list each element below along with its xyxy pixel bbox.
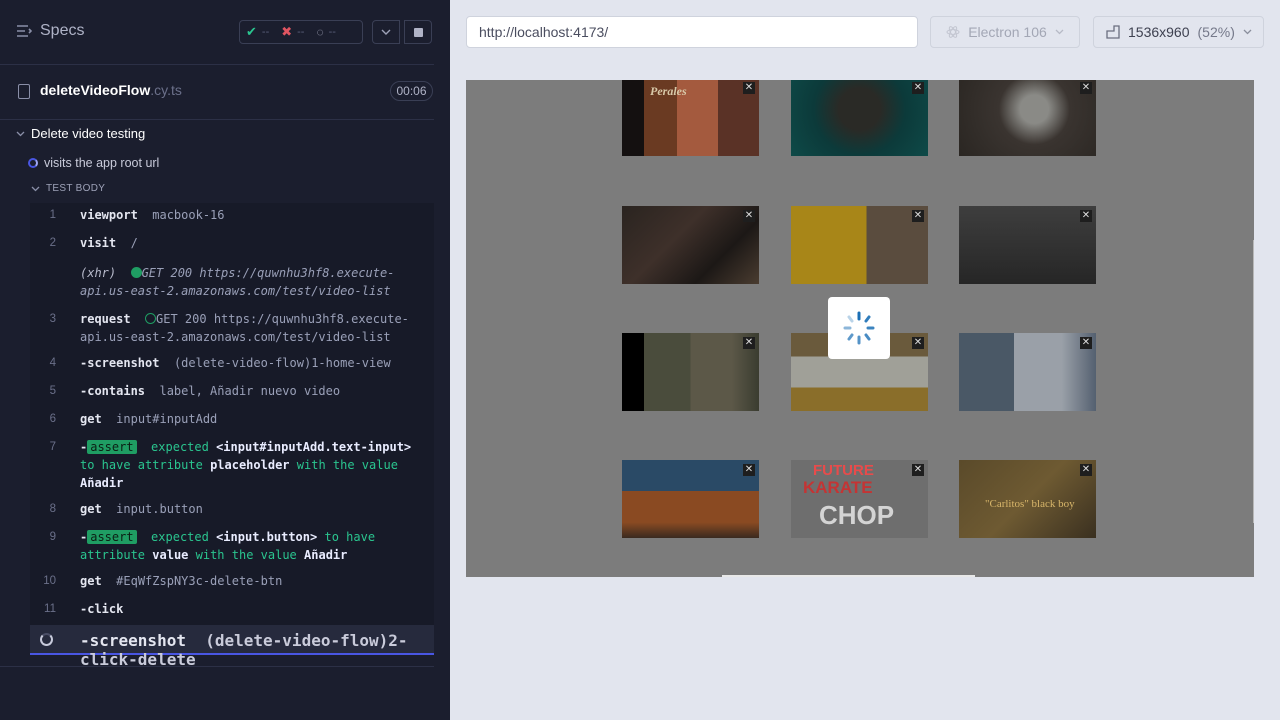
delete-video-button[interactable]: ✕ <box>912 464 924 476</box>
x-icon: ✖ <box>281 24 293 39</box>
chevron-down-icon <box>1055 29 1064 35</box>
test-title[interactable]: visits the app root url <box>28 156 159 170</box>
specs-label: Specs <box>40 22 85 39</box>
spec-file-icon <box>18 84 30 99</box>
delete-video-button[interactable]: ✕ <box>743 464 755 476</box>
pending-circle-icon: ◌ <box>316 25 324 39</box>
assert-badge: assert <box>87 530 137 544</box>
browser-selector[interactable]: Electron 106 <box>930 16 1080 48</box>
viewport-selector[interactable]: 1536x960 (52%) <box>1093 16 1264 48</box>
electron-icon <box>946 26 960 38</box>
chevron-down-icon <box>381 29 391 35</box>
running-spinner-icon <box>28 158 38 168</box>
failed-stat: ✖ -- <box>281 24 305 39</box>
delete-video-button[interactable]: ✕ <box>912 82 924 94</box>
assert-badge: assert <box>87 440 137 454</box>
delete-video-button[interactable]: ✕ <box>743 82 755 94</box>
app-under-test-frame[interactable]: Perales ✕ ✕ ✕ ✕ ✕ ✕ ✕ ✕ ✕ ✕ FUTURE KARAT… <box>466 80 1254 577</box>
suite-title[interactable]: Delete video testing <box>16 126 145 141</box>
run-stats: ✔ -- ✖ -- ◌ -- <box>239 20 363 44</box>
url-bar[interactable]: http://localhost:4173/ <box>466 16 918 48</box>
frame-scrollbar[interactable] <box>1253 240 1254 523</box>
video-thumbnail[interactable]: ✕ <box>959 333 1096 411</box>
check-icon: ✔ <box>246 24 257 39</box>
loading-modal <box>828 297 890 359</box>
chevron-down-icon <box>31 186 40 191</box>
spec-filename: deleteVideoFlow.cy.ts <box>40 82 182 98</box>
delete-video-button[interactable]: ✕ <box>1080 82 1092 94</box>
delete-video-button[interactable]: ✕ <box>743 210 755 222</box>
spec-timer: 00:06 <box>390 81 433 101</box>
reporter-header: Specs ✔ -- ✖ -- ◌ -- <box>0 0 450 64</box>
video-thumbnail[interactable]: "Carlitos" black boy ✕ <box>959 460 1096 538</box>
video-thumbnail[interactable]: ✕ <box>791 80 928 156</box>
specs-button[interactable]: Specs <box>16 22 84 40</box>
delete-video-button[interactable]: ✕ <box>912 337 924 349</box>
success-ring-icon <box>145 313 157 324</box>
command-log: 1 viewport macbook-16 2 visit / (xhr) GE… <box>30 203 434 669</box>
video-thumbnail[interactable]: ✕ <box>959 206 1096 284</box>
video-thumbnail[interactable]: ✕ <box>622 460 759 538</box>
stop-button[interactable] <box>404 20 432 44</box>
command-row-active[interactable]: -screenshot (delete-video-flow)2-click-d… <box>30 625 434 669</box>
pending-stat: ◌ -- <box>316 25 336 39</box>
collapse-button[interactable] <box>372 20 400 44</box>
frame-bottom-edge <box>722 575 975 577</box>
delete-video-button[interactable]: ✕ <box>1080 210 1092 222</box>
passed-stat: ✔ -- <box>246 24 270 39</box>
delete-video-button[interactable]: ✕ <box>1080 464 1092 476</box>
success-dot-icon <box>130 267 142 278</box>
video-thumbnail[interactable]: ✕ <box>791 206 928 284</box>
stop-icon <box>413 27 423 37</box>
loading-spinner-icon <box>40 633 53 646</box>
video-thumbnail[interactable]: FUTURE KARATE CHOP ✕ <box>791 460 928 538</box>
specs-list-icon <box>17 25 32 37</box>
video-thumbnail[interactable]: Perales ✕ <box>622 80 759 156</box>
video-thumbnail[interactable]: ✕ <box>959 80 1096 156</box>
loading-spinner-icon <box>843 311 875 345</box>
test-body-toggle[interactable]: TEST BODY <box>31 183 105 194</box>
chevron-down-icon <box>1243 29 1252 35</box>
runner-panel: http://localhost:4173/ Electron 106 1536… <box>450 0 1280 720</box>
reporter-panel: Specs ✔ -- ✖ -- ◌ -- deleteVideoFlow.cy.ts … <box>0 0 450 720</box>
video-thumbnail[interactable]: ✕ <box>622 333 759 411</box>
chevron-down-icon <box>16 131 25 136</box>
ruler-icon <box>1106 25 1120 39</box>
delete-video-button[interactable]: ✕ <box>743 337 755 349</box>
video-thumbnail[interactable]: ✕ <box>622 206 759 284</box>
delete-video-button[interactable]: ✕ <box>912 210 924 222</box>
delete-video-button[interactable]: ✕ <box>1080 337 1092 349</box>
